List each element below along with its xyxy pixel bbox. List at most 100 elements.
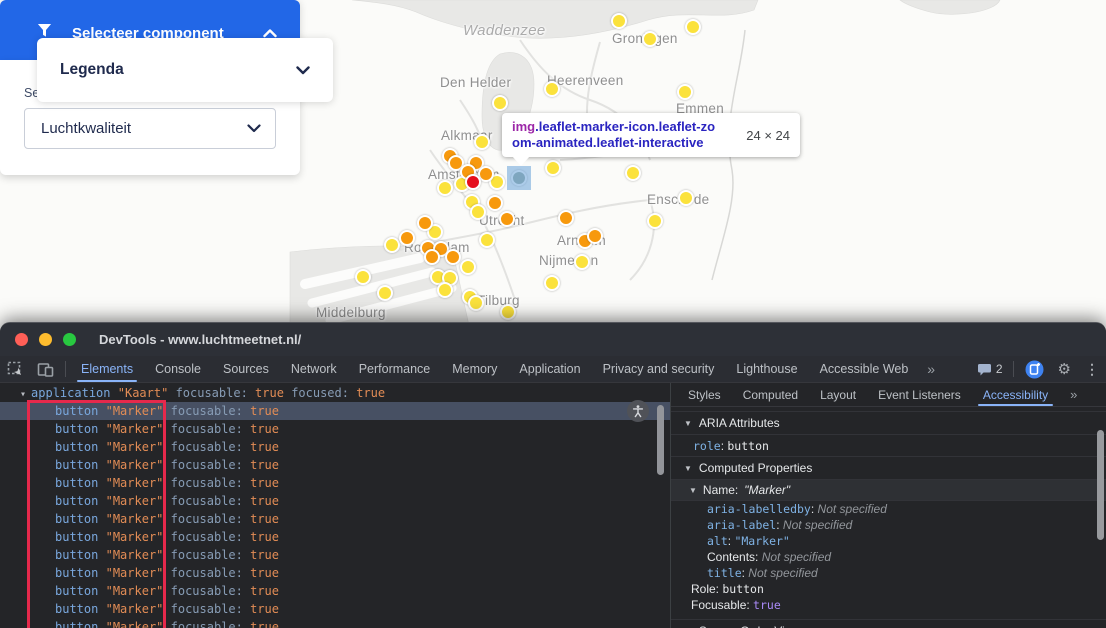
source-order-viewer-section-header[interactable]: ▼ Source Order Viewer [671,619,1106,628]
tab-console[interactable]: Console [144,356,212,382]
chevron-down-icon [247,124,261,133]
sidebar-tab-styles[interactable]: Styles [677,383,732,406]
extension-icon[interactable] [1018,356,1051,382]
computed-properties-section-header[interactable]: ▼ Computed Properties [671,457,1106,480]
tree-node-button-marker[interactable]: button "Marker" focusable: true [0,528,670,546]
devtools-titlebar: DevTools - www.luchtmeetnet.nl/ [0,323,1106,356]
close-window-button[interactable] [15,333,28,346]
map-marker[interactable] [544,81,560,97]
tooltip-dimensions: 24 × 24 [746,128,790,143]
accessibility-person-icon[interactable] [627,400,649,422]
devtools-window: DevTools - www.luchtmeetnet.nl/ Elements… [0,322,1106,628]
tree-node-button-marker[interactable]: button "Marker" focusable: true [0,474,670,492]
legend-panel[interactable]: Legenda [37,38,333,102]
settings-gear-icon[interactable]: ⚙ [1051,356,1078,382]
map-marker[interactable] [460,259,476,275]
tree-node-application[interactable]: ▾application "Kaart" focusable: true foc… [0,384,670,402]
tab-accessible-web[interactable]: Accessible Web [809,356,920,382]
map-marker[interactable] [558,210,574,226]
sidebar-tab-event-listeners[interactable]: Event Listeners [867,383,972,406]
map-marker[interactable] [642,31,658,47]
sidebar-tab-accessibility[interactable]: Accessibility [972,383,1059,406]
map-label-waddenzee: Waddenzee [463,22,545,39]
tab-lighthouse[interactable]: Lighthouse [725,356,808,382]
toolbar-divider [1013,361,1014,377]
sidebar-more-tabs-button[interactable]: » [1059,383,1088,406]
tree-node-button-marker[interactable]: button "Marker" focusable: true [0,420,670,438]
map-marker[interactable] [677,84,693,100]
chevron-down-icon [296,66,310,75]
tree-node-button-marker[interactable]: button "Marker" focusable: true [0,546,670,564]
tab-elements[interactable]: Elements [70,356,144,382]
tree-node-button-marker[interactable]: button "Marker" focusable: true [0,618,670,628]
issues-counter[interactable]: 2 [971,356,1009,382]
tree-node-button-marker[interactable]: button "Marker" focusable: true [0,600,670,618]
map-marker[interactable] [417,215,433,231]
chevron-up-icon [263,29,277,38]
tab-network[interactable]: Network [280,356,348,382]
map-marker[interactable] [492,95,508,111]
map-marker[interactable] [544,275,560,291]
tab-privacy-and-security[interactable]: Privacy and security [592,356,726,382]
map-marker[interactable] [424,249,440,265]
component-select[interactable]: Luchtkwaliteit [24,108,276,149]
maximize-window-button[interactable] [63,333,76,346]
triangle-expander-icon: ▼ [689,486,697,495]
legend-title: Legenda [60,61,124,79]
expander-icon[interactable]: ▾ [20,389,26,400]
map-marker[interactable] [611,13,627,29]
computed-name-row[interactable]: ▼ Name: "Marker" [671,480,1106,501]
map-marker[interactable] [545,160,561,176]
tab-application[interactable]: Application [508,356,591,382]
map-marker[interactable] [470,204,486,220]
tree-node-button-marker[interactable]: button "Marker" focusable: true [0,438,670,456]
toggle-device-toolbar-icon[interactable] [30,356,61,382]
map-marker[interactable] [500,304,516,320]
map-marker[interactable] [465,174,481,190]
tree-node-button-marker[interactable]: button "Marker" focusable: true [0,402,670,420]
map-marker[interactable] [574,254,590,270]
map-marker[interactable] [587,228,603,244]
tab-performance[interactable]: Performance [348,356,442,382]
computed-role-line: Role: button [671,581,1106,597]
tree-node-button-marker[interactable]: button "Marker" focusable: true [0,492,670,510]
inspector-scrollbar-thumb[interactable] [1097,430,1104,540]
map-marker[interactable] [384,237,400,253]
map-marker[interactable] [479,232,495,248]
tab-memory[interactable]: Memory [441,356,508,382]
computed-property-contents: Contents: Not specified [671,549,1106,565]
tree-node-button-marker[interactable]: button "Marker" focusable: true [0,510,670,528]
map-marker[interactable] [468,295,484,311]
tree-node-button-marker[interactable]: button "Marker" focusable: true [0,582,670,600]
map-marker[interactable] [625,165,641,181]
minimize-window-button[interactable] [39,333,52,346]
map-marker[interactable] [499,211,515,227]
tree-scrollbar-thumb[interactable] [657,405,664,475]
map-marker[interactable] [355,269,371,285]
aria-attributes-section-header[interactable]: ▼ ARIA Attributes [671,411,1106,435]
map-marker[interactable] [399,230,415,246]
map-marker[interactable] [685,19,701,35]
sidebar-tab-computed[interactable]: Computed [732,383,809,406]
computed-property-aria-label: aria-label: Not specified [671,517,1106,533]
tree-node-button-marker[interactable]: button "Marker" focusable: true [0,456,670,474]
computed-focusable-line: Focusable: true [671,597,1106,613]
map-marker[interactable] [377,285,393,301]
sidebar-tab-layout[interactable]: Layout [809,383,867,406]
inspect-element-icon[interactable] [0,356,30,382]
map-marker[interactable] [437,282,453,298]
inspect-element-tooltip: img.leaflet-marker-icon.leaflet-zoom-ani… [502,113,800,157]
tree-node-button-marker[interactable]: button "Marker" focusable: true [0,564,670,582]
tab-sources[interactable]: Sources [212,356,280,382]
map-marker[interactable] [487,195,503,211]
triangle-expander-icon: ▼ [684,464,692,473]
more-tabs-button[interactable]: » [919,356,943,382]
aria-role-row: role: button [671,435,1106,457]
kebab-menu-icon[interactable]: ⋮ [1078,356,1106,382]
map-marker[interactable] [647,213,663,229]
map-marker[interactable] [437,180,453,196]
map-marker[interactable] [445,249,461,265]
map-marker[interactable] [474,134,490,150]
map-marker[interactable] [678,190,694,206]
computed-property-aria-labelledby: aria-labelledby: Not specified [671,501,1106,517]
